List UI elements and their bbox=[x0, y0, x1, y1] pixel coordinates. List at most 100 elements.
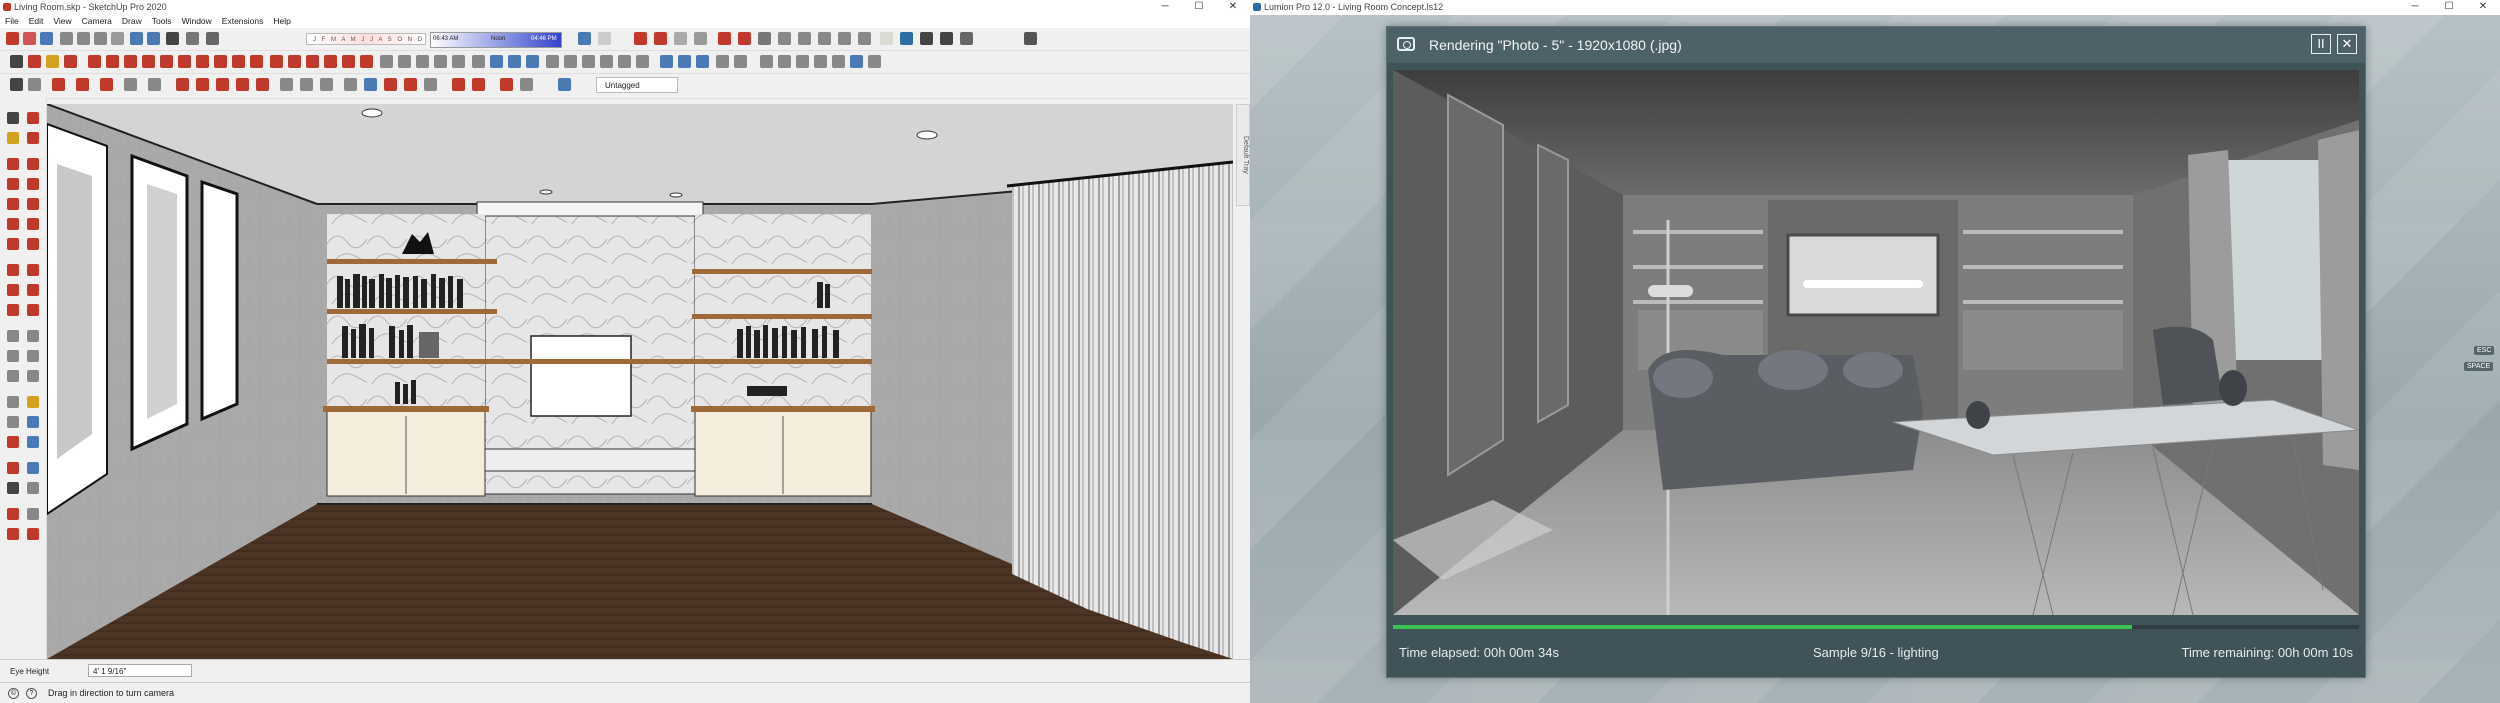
sketchup-logo-icon[interactable] bbox=[6, 32, 19, 45]
lt-extension-icon[interactable] bbox=[7, 528, 19, 540]
modify-rotate-icon[interactable] bbox=[196, 78, 209, 91]
solid-union-icon[interactable] bbox=[404, 78, 417, 91]
paste-icon[interactable] bbox=[94, 32, 107, 45]
styles-icon[interactable] bbox=[814, 55, 827, 68]
menu-window[interactable]: Window bbox=[177, 15, 217, 28]
camera-walk-icon[interactable] bbox=[320, 78, 333, 91]
scenes-icon[interactable] bbox=[796, 55, 809, 68]
print-icon[interactable] bbox=[166, 32, 179, 45]
display-tag-icon[interactable] bbox=[520, 78, 533, 91]
lt-2pt-arc-icon[interactable] bbox=[27, 218, 39, 230]
view-right-icon[interactable] bbox=[818, 32, 831, 45]
draw-line-icon[interactable] bbox=[52, 78, 65, 91]
lt-zoom-extents-icon[interactable] bbox=[7, 436, 19, 448]
shadow-time-slider[interactable]: 06:43 AM Noon 04:46 PM bbox=[430, 32, 562, 48]
pan-icon[interactable] bbox=[564, 55, 577, 68]
three-point-arc-icon[interactable] bbox=[232, 55, 245, 68]
draw-rect-icon[interactable] bbox=[148, 78, 161, 91]
select-tool-icon[interactable] bbox=[10, 78, 23, 91]
lt-pushpull-icon[interactable] bbox=[27, 264, 39, 276]
warehouse-icon[interactable] bbox=[508, 55, 521, 68]
lt-walk-icon[interactable] bbox=[7, 482, 19, 494]
text-icon[interactable] bbox=[434, 55, 447, 68]
measure-text-icon[interactable] bbox=[300, 78, 313, 91]
solid-subtract-icon[interactable] bbox=[424, 78, 437, 91]
lumion-livesync-icon[interactable] bbox=[880, 32, 893, 45]
style-hidden-line-icon[interactable] bbox=[694, 32, 707, 45]
solid-tools-icon[interactable] bbox=[384, 78, 397, 91]
look-around-icon[interactable] bbox=[696, 55, 709, 68]
lt-3dtext-icon[interactable] bbox=[27, 370, 39, 382]
outliner-icon[interactable] bbox=[778, 55, 791, 68]
lt-axes-icon[interactable] bbox=[7, 370, 19, 382]
gear-icon[interactable] bbox=[1024, 32, 1037, 45]
materials-icon[interactable] bbox=[832, 55, 845, 68]
modify-offset-icon[interactable] bbox=[256, 78, 269, 91]
lt-zoom-window-icon[interactable] bbox=[27, 416, 39, 428]
pause-button[interactable]: II bbox=[2311, 34, 2331, 54]
open-icon[interactable] bbox=[23, 32, 36, 45]
extension-warehouse-icon[interactable] bbox=[526, 55, 539, 68]
shadow-month-slider[interactable]: J F M A M J J A S O N D bbox=[306, 33, 426, 45]
menu-view[interactable]: View bbox=[48, 15, 76, 28]
tag-dropdown[interactable]: Untagged bbox=[596, 77, 678, 93]
lt-followme-icon[interactable] bbox=[27, 284, 39, 296]
style-shaded-icon[interactable] bbox=[718, 32, 731, 45]
warehouse-get-icon[interactable] bbox=[452, 78, 465, 91]
lt-move-icon[interactable] bbox=[7, 264, 19, 276]
lt-rotate-icon[interactable] bbox=[7, 284, 19, 296]
position-camera-icon[interactable] bbox=[660, 55, 673, 68]
draw-shape-icon[interactable] bbox=[100, 78, 113, 91]
menu-draw[interactable]: Draw bbox=[117, 15, 147, 28]
save-icon[interactable] bbox=[40, 32, 53, 45]
walk-icon[interactable] bbox=[678, 55, 691, 68]
undo-icon[interactable] bbox=[130, 32, 143, 45]
protractor-icon[interactable] bbox=[416, 55, 429, 68]
cut-icon[interactable] bbox=[60, 32, 73, 45]
lumion-logo-icon[interactable] bbox=[900, 32, 913, 45]
section-icon[interactable] bbox=[490, 55, 503, 68]
paint-bucket-icon[interactable] bbox=[46, 55, 59, 68]
component-icon[interactable] bbox=[578, 32, 591, 45]
lt-dimension-icon[interactable] bbox=[27, 330, 39, 342]
camera-sync-icon[interactable] bbox=[940, 32, 953, 45]
settings-icon[interactable] bbox=[960, 32, 973, 45]
lt-zoom-icon[interactable] bbox=[7, 416, 19, 428]
draw-arc-icon[interactable] bbox=[76, 78, 89, 91]
close-render-button[interactable]: ✕ bbox=[2337, 34, 2357, 54]
warehouse-share-icon[interactable] bbox=[472, 78, 485, 91]
lt-circle-icon[interactable] bbox=[7, 198, 19, 210]
follow-me-icon[interactable] bbox=[324, 55, 337, 68]
style-wireframe-icon[interactable] bbox=[674, 32, 687, 45]
lt-orbit-icon[interactable] bbox=[7, 396, 19, 408]
circle-icon[interactable] bbox=[160, 55, 173, 68]
tape-measure-icon[interactable] bbox=[380, 55, 393, 68]
lt-make-component-icon[interactable] bbox=[27, 112, 39, 124]
view-iso-icon[interactable] bbox=[758, 32, 771, 45]
measure-icon[interactable] bbox=[280, 78, 293, 91]
minimize-button[interactable]: ─ bbox=[1148, 0, 1182, 15]
zoom-icon[interactable] bbox=[582, 55, 595, 68]
two-point-arc-icon[interactable] bbox=[214, 55, 227, 68]
rotate-icon[interactable] bbox=[306, 55, 319, 68]
lt-scale-icon[interactable] bbox=[7, 304, 19, 316]
entity-info-icon[interactable] bbox=[868, 55, 881, 68]
menu-edit[interactable]: Edit bbox=[24, 15, 49, 28]
lumion-minimize-button[interactable]: ─ bbox=[2398, 0, 2432, 15]
lt-section-icon[interactable] bbox=[27, 482, 39, 494]
lt-tape-icon[interactable] bbox=[7, 330, 19, 342]
push-pull-icon[interactable] bbox=[288, 55, 301, 68]
close-button[interactable]: ✕ bbox=[1216, 0, 1250, 15]
menu-extensions[interactable]: Extensions bbox=[217, 15, 269, 28]
lt-ruby-icon[interactable] bbox=[27, 528, 39, 540]
lt-pan-icon[interactable] bbox=[27, 396, 39, 408]
lt-paint-icon[interactable] bbox=[7, 132, 19, 144]
zoom-window-icon[interactable] bbox=[600, 55, 613, 68]
menu-camera[interactable]: Camera bbox=[77, 15, 117, 28]
freehand-icon[interactable] bbox=[106, 55, 119, 68]
lt-freehand-icon[interactable] bbox=[27, 158, 39, 170]
lt-polygon-icon[interactable] bbox=[27, 198, 39, 210]
lt-3pt-arc-icon[interactable] bbox=[7, 238, 19, 250]
polygon-icon[interactable] bbox=[178, 55, 191, 68]
scale-icon[interactable] bbox=[342, 55, 355, 68]
